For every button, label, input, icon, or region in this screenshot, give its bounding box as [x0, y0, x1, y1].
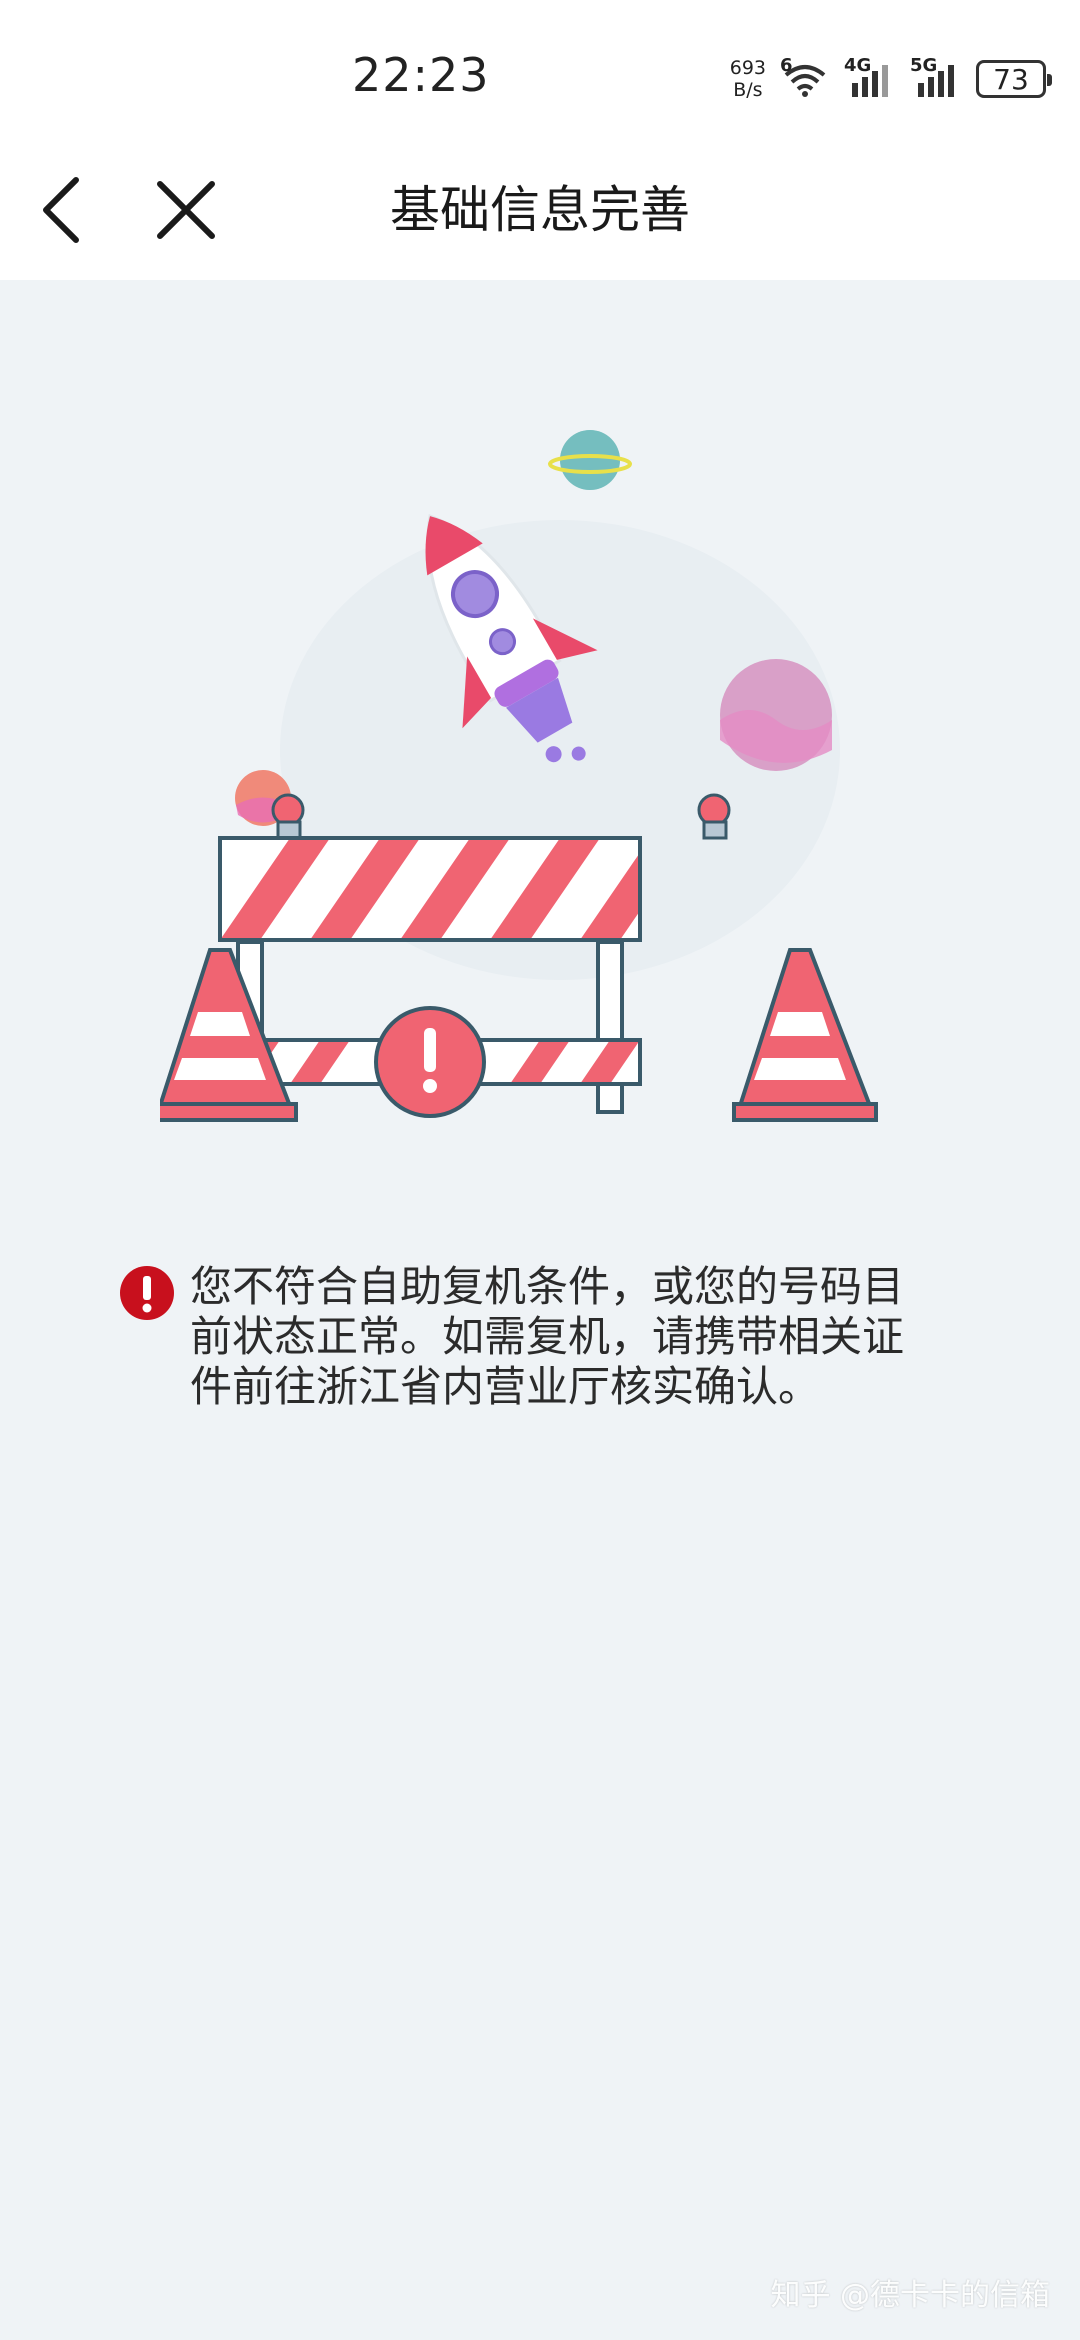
- error-message: 您不符合自助复机条件，或您的号码目前状态正常。如需复机，请携带相关证件前往浙江省…: [118, 1262, 938, 1412]
- back-button[interactable]: [28, 170, 108, 250]
- maintenance-illustration: [160, 430, 878, 1122]
- battery-level: 73: [993, 62, 1029, 96]
- network-speed-unit: B/s: [733, 79, 763, 101]
- status-icons: 693 B/s 6 4G 5G 73: [730, 52, 1052, 106]
- alert-icon: [120, 1266, 174, 1320]
- battery-icon: 73: [976, 60, 1052, 98]
- traffic-cone-left-icon: [160, 948, 298, 1122]
- error-message-text: 您不符合自助复机条件，或您的号码目前状态正常。如需复机，请携带相关证件前往浙江省…: [190, 1262, 905, 1411]
- wifi-label: 6: [780, 55, 793, 76]
- close-button[interactable]: [146, 170, 226, 250]
- traffic-cone-right-icon: [732, 948, 878, 1122]
- signal-4g-icon: 4G: [844, 55, 896, 99]
- planet-green-icon: [548, 430, 632, 490]
- network-speed: 693 B/s: [730, 57, 766, 101]
- wifi-icon: 6: [780, 55, 830, 99]
- signal-5g-label: 5G: [910, 55, 938, 76]
- nav-bar: 基础信息完善: [0, 140, 1080, 280]
- signal-5g-icon: 5G: [910, 55, 962, 99]
- status-bar: 22:23 693 B/s 6 4G 5G 73: [0, 0, 1080, 140]
- clock: 22:23: [352, 48, 490, 102]
- watermark: 知乎 @德卡卡的信箱: [770, 2278, 1050, 2313]
- network-speed-value: 693: [729, 57, 766, 79]
- signal-4g-label: 4G: [844, 55, 872, 76]
- close-icon: [157, 181, 215, 239]
- chevron-left-icon: [43, 177, 79, 243]
- planet-pink-icon: [720, 659, 832, 771]
